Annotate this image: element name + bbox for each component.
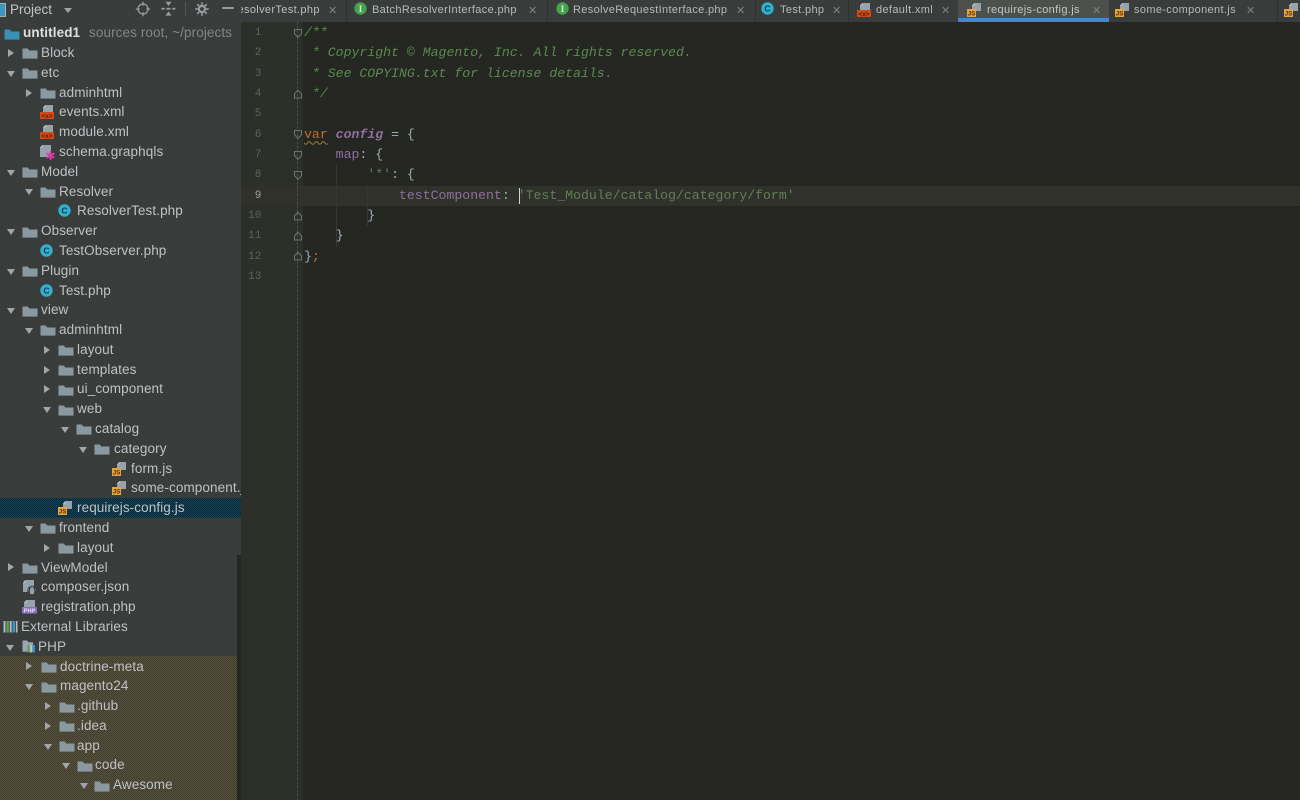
svg-text:PHP: PHP <box>24 609 36 615</box>
svg-text:<x>: <x> <box>41 133 52 140</box>
svg-text:I: I <box>359 5 363 15</box>
svg-text:JS: JS <box>1116 10 1125 17</box>
svg-text:JS: JS <box>59 509 68 516</box>
svg-text:JS: JS <box>113 469 122 476</box>
svg-text:{}: {} <box>27 588 37 597</box>
svg-text:JS: JS <box>968 10 977 17</box>
svg-text:C: C <box>43 246 49 256</box>
svg-text:C: C <box>764 4 770 14</box>
svg-text:I: I <box>561 5 565 15</box>
svg-text:JS: JS <box>113 489 122 496</box>
svg-text:C: C <box>43 285 49 295</box>
svg-text:<x>: <x> <box>858 11 869 18</box>
svg-text:JS: JS <box>1285 10 1294 17</box>
svg-text:<x>: <x> <box>41 113 52 120</box>
svg-text:C: C <box>61 206 67 216</box>
